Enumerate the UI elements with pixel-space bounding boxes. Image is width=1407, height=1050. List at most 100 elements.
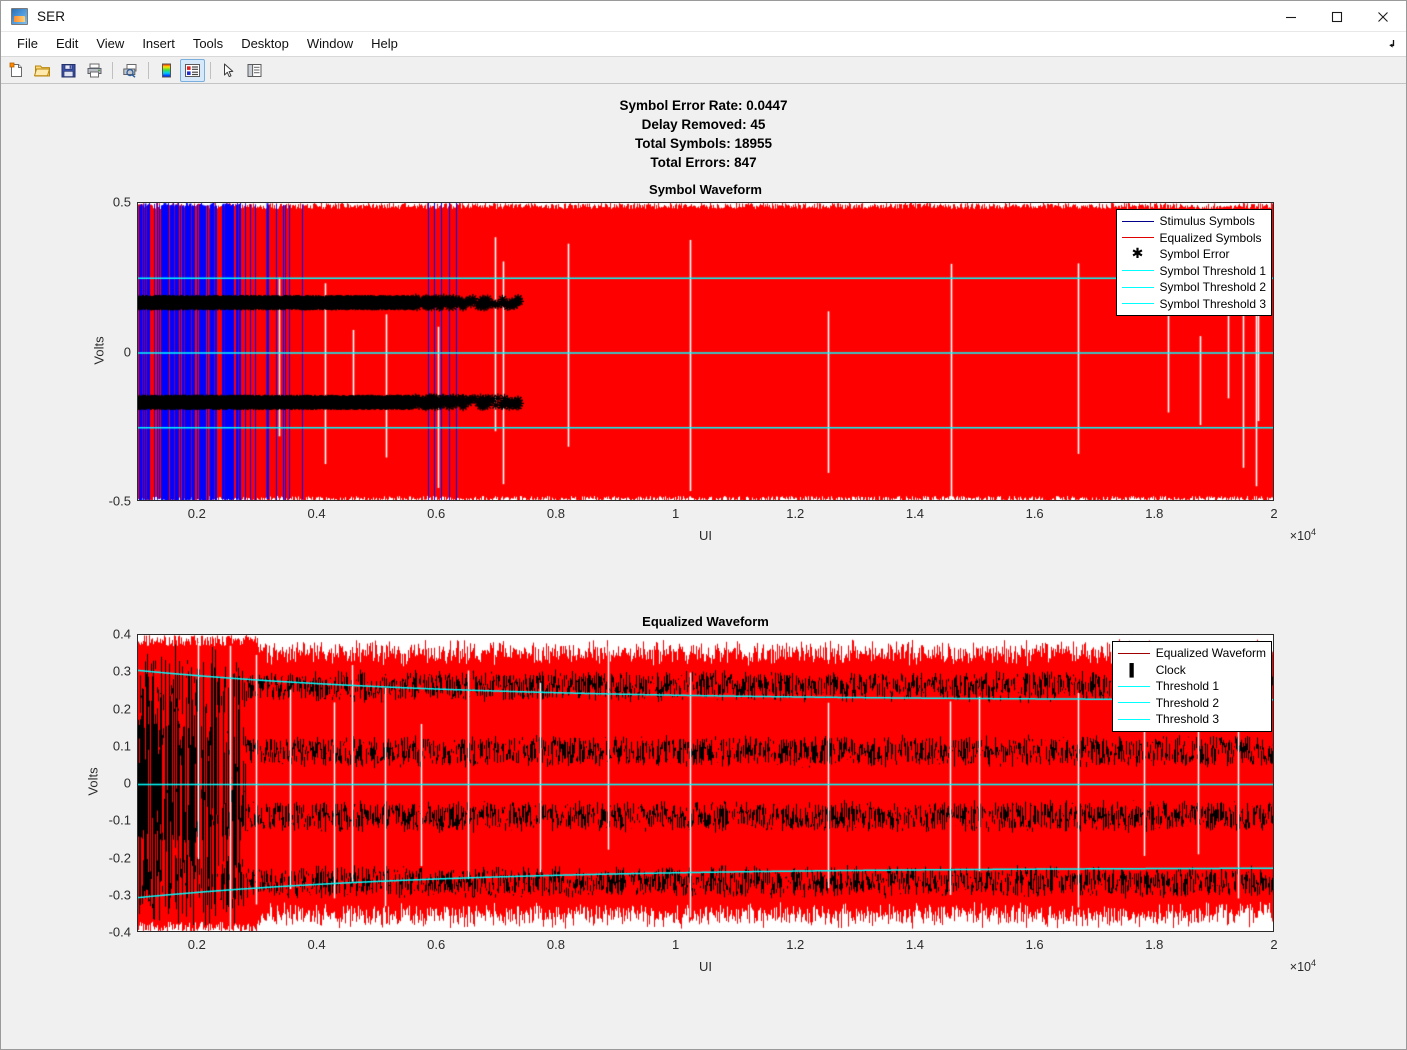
- x-tick-label: 1: [671, 506, 680, 521]
- x-tick-label: 0.4: [307, 506, 326, 521]
- chart1-legend[interactable]: Stimulus Symbols Equalized Symbols ✱ Sym…: [1115, 209, 1272, 316]
- close-icon[interactable]: [1360, 1, 1406, 32]
- print-preview-icon[interactable]: [118, 59, 143, 82]
- legend-label: Threshold 1: [1155, 679, 1220, 694]
- toolbar-separator-1: [112, 61, 113, 79]
- legend-item-threshold-2[interactable]: Threshold 2: [1117, 695, 1266, 712]
- menu-bar: File Edit View Insert Tools Desktop Wind…: [1, 32, 1406, 57]
- x-tick-label: 0.6: [427, 937, 446, 952]
- x-tick-label: 1.8: [1145, 937, 1164, 952]
- y-tick-label: 0: [123, 775, 131, 791]
- x-tick-label: 1.2: [786, 937, 805, 952]
- x-tick-label: 1.8: [1145, 506, 1164, 521]
- legend-item-symbol-threshold-1[interactable]: Symbol Threshold 1: [1121, 263, 1266, 280]
- symbol-threshold-2-line-icon: [1121, 286, 1155, 288]
- legend-label: Symbol Error: [1159, 247, 1230, 262]
- title-bar-left: SER: [1, 7, 66, 25]
- x-tick-label: 0.2: [187, 506, 206, 521]
- y-tick-label: 0: [123, 344, 131, 359]
- menu-item-edit[interactable]: Edit: [47, 33, 87, 55]
- pointer-icon[interactable]: [216, 59, 241, 82]
- legend-label: Stimulus Symbols: [1159, 214, 1255, 229]
- stimulus-symbols-line-icon: [1121, 220, 1155, 222]
- symbol-threshold-3-line-icon: [1121, 303, 1155, 305]
- y-tick-label: -0.4: [108, 924, 131, 940]
- maximize-icon[interactable]: [1314, 1, 1360, 32]
- chart2-legend[interactable]: Equalized Waveform ▌ Clock Threshold 1 T…: [1111, 641, 1272, 732]
- chart1-plot-area[interactable]: [137, 202, 1274, 501]
- x-tick-label: 1: [671, 937, 680, 952]
- new-figure-icon[interactable]: [4, 59, 29, 82]
- colorbar-icon[interactable]: [154, 59, 179, 82]
- y-tick-label: 0.1: [112, 738, 131, 754]
- x-tick-label: 0.8: [546, 937, 565, 952]
- legend-item-threshold-1[interactable]: Threshold 1: [1117, 678, 1266, 695]
- summary-symbol-error-rate: Symbol Error Rate: 0.0447: [619, 98, 788, 113]
- legend-item-symbol-threshold-3[interactable]: Symbol Threshold 3: [1121, 296, 1267, 313]
- toolbar-separator-3: [210, 61, 211, 79]
- x-tick-label: 0.4: [307, 937, 326, 952]
- save-figure-icon[interactable]: [56, 59, 81, 82]
- legend-item-symbol-threshold-2[interactable]: Symbol Threshold 2: [1121, 279, 1267, 296]
- dock-arrow-icon[interactable]: [1383, 37, 1397, 51]
- figure-window: SER File Edit View Insert Tools Desktop …: [0, 0, 1407, 1050]
- summary-total-errors: Total Errors: 847: [650, 155, 757, 170]
- y-tick-label: -0.2: [108, 850, 131, 865]
- window-controls: [1268, 1, 1406, 32]
- legend-label: Symbol Threshold 3: [1159, 296, 1267, 311]
- x-tick-label: 1.2: [786, 506, 805, 521]
- chart1-x-exponent: ×104: [1289, 527, 1316, 544]
- chart1-y-axis-label: Volts: [91, 335, 107, 365]
- toolbar: [1, 57, 1406, 84]
- x-tick-label: 1.4: [905, 937, 924, 952]
- window-title: SER: [37, 8, 66, 24]
- legend-label: Equalized Symbols: [1159, 230, 1262, 245]
- menu-item-tools[interactable]: Tools: [184, 33, 232, 55]
- legend-label: Symbol Threshold 2: [1159, 280, 1267, 295]
- chart2-y-axis-label: Volts: [85, 767, 101, 796]
- chart2-plot-area[interactable]: [137, 634, 1274, 932]
- print-figure-icon[interactable]: [82, 59, 107, 82]
- property-inspector-icon[interactable]: [242, 59, 267, 82]
- chart1-x-axis-label: UI: [699, 528, 712, 543]
- clock-tick-icon: ▌: [1129, 662, 1138, 677]
- threshold-3-line-icon: [1117, 718, 1151, 720]
- menu-item-help[interactable]: Help: [362, 33, 407, 55]
- menu-item-view[interactable]: View: [87, 33, 133, 55]
- legend-label: Threshold 2: [1155, 695, 1220, 710]
- minimize-icon[interactable]: [1268, 1, 1314, 32]
- open-file-icon[interactable]: [30, 59, 55, 82]
- summary-delay-removed: Delay Removed: 45: [641, 117, 766, 132]
- legend-item-stimulus-symbols[interactable]: Stimulus Symbols: [1121, 213, 1267, 230]
- chart-equalized-waveform[interactable]: Equalized Waveform Volts UI ×104 -0.4 -0.…: [86, 614, 1317, 974]
- matlab-figure-icon: [11, 7, 28, 25]
- legend-item-equalized-waveform[interactable]: Equalized Waveform: [1117, 645, 1266, 662]
- equalized-symbols-line-icon: [1121, 237, 1155, 239]
- legend-item-threshold-3[interactable]: Threshold 3: [1117, 711, 1266, 728]
- legend-label: Threshold 3: [1155, 712, 1220, 727]
- legend-item-symbol-error[interactable]: ✱ Symbol Error: [1121, 246, 1267, 263]
- y-tick-label: -0.1: [108, 812, 131, 828]
- menu-item-file[interactable]: File: [8, 33, 47, 55]
- chart-symbol-waveform[interactable]: Symbol Waveform Volts UI ×104 -0.5 0 0.5 0…: [92, 182, 1317, 543]
- threshold-2-line-icon: [1117, 702, 1151, 704]
- menu-item-insert[interactable]: Insert: [133, 33, 184, 55]
- x-tick-label: 2: [1270, 937, 1278, 952]
- x-tick-label: 0.2: [187, 937, 206, 952]
- menu-item-window[interactable]: Window: [298, 33, 362, 55]
- y-tick-label: -0.5: [108, 493, 131, 509]
- symbol-threshold-1-line-icon: [1121, 270, 1155, 272]
- menu-item-desktop[interactable]: Desktop: [232, 33, 298, 55]
- legend-icon[interactable]: [180, 58, 205, 82]
- legend-item-clock[interactable]: ▌ Clock: [1117, 662, 1266, 679]
- x-tick-label: 2: [1270, 506, 1278, 521]
- y-tick-label: 0.5: [112, 194, 131, 210]
- symbol-error-asterisk-icon: ✱: [1131, 246, 1144, 263]
- figure-canvas: Symbol Error Rate: 0.0447 Delay Removed:…: [1, 84, 1406, 1049]
- y-tick-label: -0.3: [108, 887, 131, 903]
- legend-label: Equalized Waveform: [1155, 646, 1266, 661]
- y-tick-label: 0.2: [112, 701, 131, 716]
- legend-item-equalized-symbols[interactable]: Equalized Symbols: [1121, 230, 1267, 247]
- legend-label: Clock: [1155, 662, 1186, 677]
- x-tick-label: 1.6: [1025, 506, 1044, 521]
